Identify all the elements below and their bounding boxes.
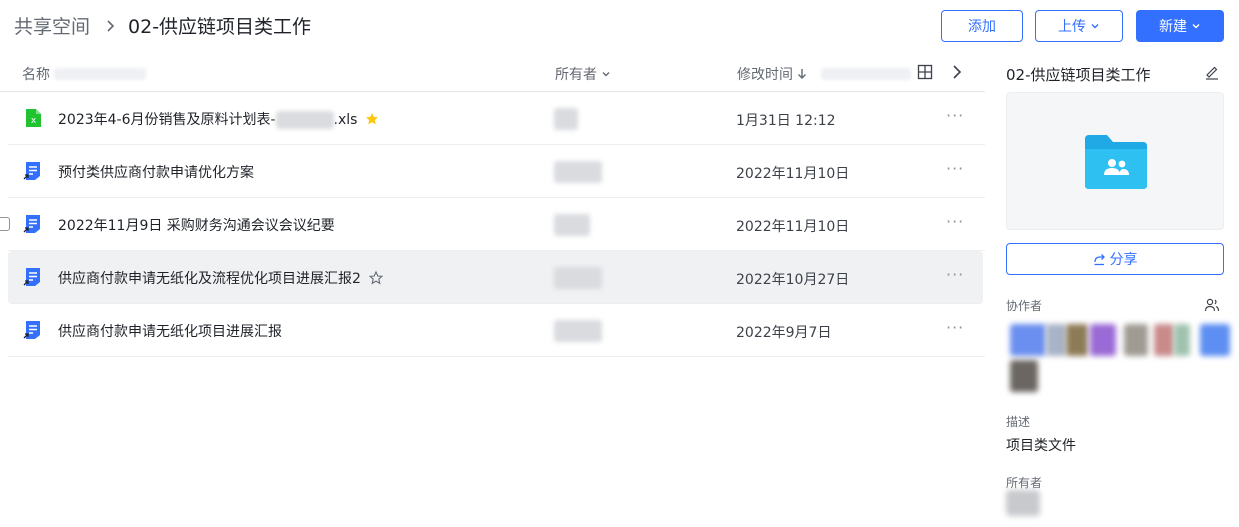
column-modified[interactable]: 修改时间	[737, 64, 911, 84]
breadcrumb: 共享空间 02-供应链项目类工作	[14, 12, 311, 39]
blurred-hint	[54, 68, 146, 80]
manage-collaborators-icon[interactable]	[1204, 297, 1220, 313]
avatar[interactable]	[1200, 324, 1230, 356]
shared-folder-icon	[1085, 135, 1147, 189]
add-button[interactable]: 添加	[941, 10, 1023, 42]
redacted-text	[275, 111, 334, 129]
file-name-prefix: 2023年4-6月份销售及原料计划表-	[58, 112, 276, 128]
collaborators-label: 协作者	[1006, 299, 1043, 313]
file-row[interactable]: 预付类供应商付款申请优化方案 2022年11月10日 ···	[8, 145, 985, 198]
owner-avatar	[554, 320, 602, 342]
share-button-label: 分享	[1109, 252, 1138, 268]
new-button-label: 新建	[1159, 19, 1187, 35]
more-options-button[interactable]: ···	[946, 159, 964, 178]
svg-text:x: x	[31, 116, 37, 126]
chevron-down-icon	[1091, 24, 1099, 29]
file-row[interactable]: 供应商付款申请无纸化项目进展汇报 2022年9月7日 ···	[8, 304, 985, 357]
owner-avatar	[554, 267, 602, 289]
avatar[interactable]	[1154, 324, 1174, 356]
edit-icon[interactable]	[1204, 64, 1220, 80]
grid-view-toggle[interactable]	[917, 64, 933, 80]
new-button[interactable]: 新建	[1136, 10, 1224, 42]
column-name-label: 名称	[22, 67, 50, 83]
owner-label: 所有者	[1006, 476, 1043, 490]
doc-file-icon	[23, 321, 40, 339]
breadcrumb-root[interactable]: 共享空间	[14, 12, 90, 39]
star-filled-icon[interactable]	[365, 112, 379, 126]
file-row[interactable]: 供应商付款申请无纸化及流程优化项目进展汇报2 2022年10月27日 ···	[8, 251, 983, 304]
file-extension: .xls	[333, 112, 358, 128]
file-name[interactable]: 供应商付款申请无纸化项目进展汇报	[58, 321, 282, 341]
modified-date: 2022年11月10日	[736, 166, 850, 182]
avatar[interactable]	[1124, 324, 1148, 356]
avatar[interactable]	[1046, 324, 1066, 356]
breadcrumb-current: 02-供应链项目类工作	[128, 16, 312, 38]
add-button-label: 添加	[968, 19, 996, 35]
file-row[interactable]: x 2023年4-6月份销售及原料计划表- .xls 1月31日 12:12 ··…	[8, 92, 985, 145]
owner-avatar[interactable]	[1006, 490, 1040, 516]
owner-avatar	[554, 108, 578, 130]
chevron-right-icon	[107, 19, 115, 32]
folder-preview	[1006, 92, 1224, 230]
grid-view-icon	[917, 64, 933, 80]
share-button[interactable]: 分享	[1006, 243, 1224, 275]
avatar[interactable]	[1010, 324, 1046, 356]
chevron-down-icon	[1192, 24, 1200, 29]
avatar[interactable]	[1066, 324, 1088, 356]
modified-date: 2022年9月7日	[736, 325, 832, 341]
column-owner-label: 所有者	[555, 67, 597, 83]
more-options-button[interactable]: ···	[946, 318, 964, 337]
app-window: 共享空间 02-供应链项目类工作 添加 上传 新建 名称 所有者 修改时间 x …	[0, 0, 1239, 527]
description-text: 项目类文件	[1006, 438, 1076, 454]
column-modified-label: 修改时间	[737, 67, 793, 83]
sort-down-arrow-icon	[798, 69, 806, 79]
file-name-text: 供应商付款申请无纸化及流程优化项目进展汇报2	[58, 271, 361, 287]
avatar[interactable]	[1090, 324, 1116, 356]
owner-avatar	[554, 214, 590, 236]
file-list: 名称 所有者 修改时间 x 2023年4-6月份销售及原料计划表- .xls 1…	[0, 52, 985, 357]
row-checkbox[interactable]	[0, 217, 10, 231]
panel-title: 02-供应链项目类工作	[1006, 66, 1151, 84]
chevron-down-icon	[602, 72, 610, 77]
doc-file-icon	[23, 268, 40, 286]
file-name-text: 2022年11月9日 采购财务沟通会议会议纪要	[58, 218, 335, 234]
owner-avatar	[554, 161, 602, 183]
file-row[interactable]: 2022年11月9日 采购财务沟通会议会议纪要 2022年11月10日 ···	[0, 198, 985, 251]
modified-date: 1月31日 12:12	[736, 113, 836, 129]
description-label: 描述	[1006, 415, 1031, 429]
share-icon	[1093, 253, 1105, 265]
file-name-text: 供应商付款申请无纸化项目进展汇报	[58, 324, 282, 340]
more-options-button[interactable]: ···	[946, 265, 964, 284]
details-panel: 02-供应链项目类工作 分享 协作者 描述 项目类文件 所有者	[995, 52, 1235, 527]
column-owner[interactable]: 所有者	[555, 64, 611, 84]
collaborator-avatars	[1006, 320, 1234, 392]
upload-button-label: 上传	[1058, 19, 1086, 35]
column-name[interactable]: 名称	[22, 64, 146, 84]
upload-button[interactable]: 上传	[1035, 10, 1123, 42]
chevron-right-icon	[953, 65, 962, 79]
doc-file-icon	[23, 215, 40, 233]
blurred-hint	[821, 68, 911, 80]
star-outline-icon[interactable]	[368, 271, 383, 285]
list-header: 名称 所有者 修改时间	[0, 52, 985, 92]
collapse-panel-button[interactable]	[950, 64, 964, 80]
avatar[interactable]	[1174, 324, 1190, 356]
file-name[interactable]: 2023年4-6月份销售及原料计划表- .xls	[58, 109, 379, 129]
avatar[interactable]	[1010, 360, 1038, 392]
file-name-text: 预付类供应商付款申请优化方案	[58, 165, 254, 181]
modified-date: 2022年11月10日	[736, 219, 850, 235]
header: 共享空间 02-供应链项目类工作 添加 上传 新建	[0, 0, 1239, 52]
more-options-button[interactable]: ···	[946, 212, 964, 231]
file-name[interactable]: 预付类供应商付款申请优化方案	[58, 162, 254, 182]
excel-file-icon: x	[26, 109, 41, 127]
file-name[interactable]: 供应商付款申请无纸化及流程优化项目进展汇报2	[58, 268, 383, 288]
modified-date: 2022年10月27日	[736, 272, 850, 288]
more-options-button[interactable]: ···	[946, 106, 964, 125]
doc-file-icon	[23, 162, 40, 180]
file-name[interactable]: 2022年11月9日 采购财务沟通会议会议纪要	[58, 215, 335, 235]
